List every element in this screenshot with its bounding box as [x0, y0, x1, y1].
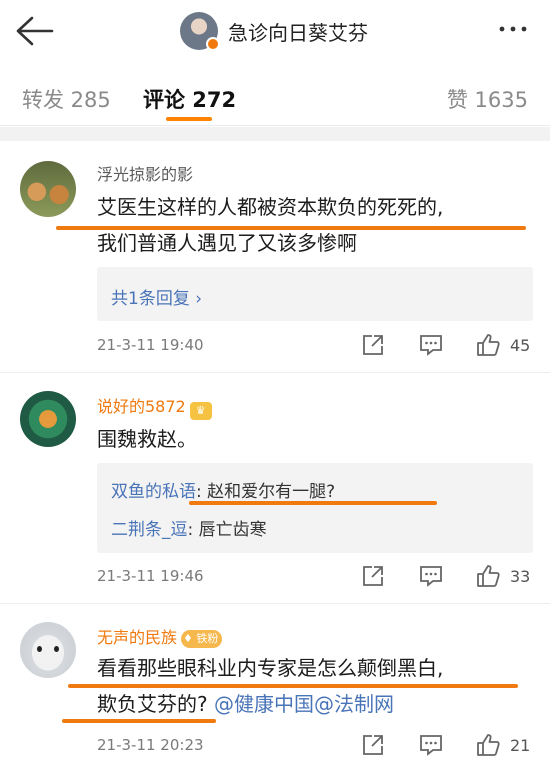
reply-item[interactable]: 双鱼的私语: 赵和爱尔有一腿? [111, 477, 335, 502]
back-arrow-icon[interactable] [14, 14, 54, 48]
comment-username[interactable]: 说好的5872 ♛ [97, 393, 212, 420]
comment-meta: 21-3-11 19:46 33 [97, 563, 533, 591]
share-icon[interactable] [360, 563, 386, 589]
comment-text-line: 艾医生这样的人都被资本欺负的死死的, [97, 195, 444, 219]
more-dots-icon[interactable] [498, 24, 528, 34]
reply-text: : 唇亡齿寒 [187, 520, 267, 540]
comment-icon[interactable] [418, 732, 444, 758]
tab-bar: 转发 285 评论 272 赞 1635 [0, 62, 550, 126]
page-title: 急诊向日葵艾芬 [228, 20, 368, 45]
mention-link[interactable]: @健康中国@法制网 [208, 692, 394, 716]
tab-likes[interactable]: 赞 1635 [447, 84, 528, 114]
comment-text-line: 欺负艾芬的? @健康中国@法制网 [97, 692, 394, 716]
reply-username[interactable]: 双鱼的私语 [111, 482, 196, 502]
comment-text-line: 我们普通人遇见了又该多惨啊 [97, 231, 357, 255]
avatar[interactable] [20, 622, 76, 678]
share-icon[interactable] [360, 332, 386, 358]
like-count: 21 [510, 736, 531, 755]
avatar[interactable] [20, 391, 76, 447]
comment-text-line: 围魏救赵。 [97, 427, 197, 451]
reply-username[interactable]: 二荆条_逗 [111, 520, 188, 540]
verified-badge-icon [206, 37, 220, 51]
like-icon[interactable] [475, 563, 501, 589]
reply-item[interactable]: 二荆条_逗: 唇亡齿寒 [111, 515, 267, 540]
top-bar: 急诊向日葵艾芬 [0, 0, 550, 62]
comment-time: 21-3-11 19:46 [97, 567, 204, 585]
comment-separator [0, 603, 550, 604]
comment-time: 21-3-11 19:40 [97, 336, 204, 354]
comment-text-line: 看看那些眼科业内专家是怎么颠倒黑白, [97, 656, 444, 680]
reply-box[interactable]: 双鱼的私语: 赵和爱尔有一腿? 二荆条_逗: 唇亡齿寒 [97, 463, 533, 553]
like-count: 33 [510, 567, 531, 586]
like-icon[interactable] [475, 732, 501, 758]
tab-comments[interactable]: 评论 272 [143, 84, 236, 114]
active-tab-indicator [166, 117, 212, 121]
comment-username[interactable]: 无声的民族 ♦ 铁粉 [97, 624, 223, 648]
member-crown-icon: ♛ [189, 402, 212, 420]
comment-separator [0, 372, 550, 373]
highlight-underline [189, 501, 437, 505]
post-author[interactable]: 急诊向日葵艾芬 [180, 11, 368, 51]
tab-repost[interactable]: 转发 285 [22, 84, 111, 114]
comment-time: 21-3-11 20:23 [97, 736, 204, 754]
like-icon[interactable] [475, 332, 501, 358]
section-divider [0, 127, 550, 141]
like-count: 45 [510, 336, 531, 355]
view-replies-link[interactable]: 共1条回复 › [111, 284, 202, 309]
comment-icon[interactable] [418, 563, 444, 589]
share-icon[interactable] [360, 732, 386, 758]
comment-icon[interactable] [418, 332, 444, 358]
avatar[interactable] [20, 161, 76, 217]
fan-badge: ♦ 铁粉 [181, 630, 223, 648]
comment-meta: 21-3-11 19:40 45 [97, 332, 533, 360]
comment-meta: 21-3-11 20:23 21 [97, 732, 533, 760]
highlight-underline [62, 719, 216, 723]
reply-box[interactable]: 共1条回复 › [97, 267, 533, 321]
author-avatar[interactable] [180, 12, 220, 51]
comment-username[interactable]: 浮光掠影的影 [97, 161, 193, 185]
reply-text: : 赵和爱尔有一腿? [196, 482, 336, 502]
